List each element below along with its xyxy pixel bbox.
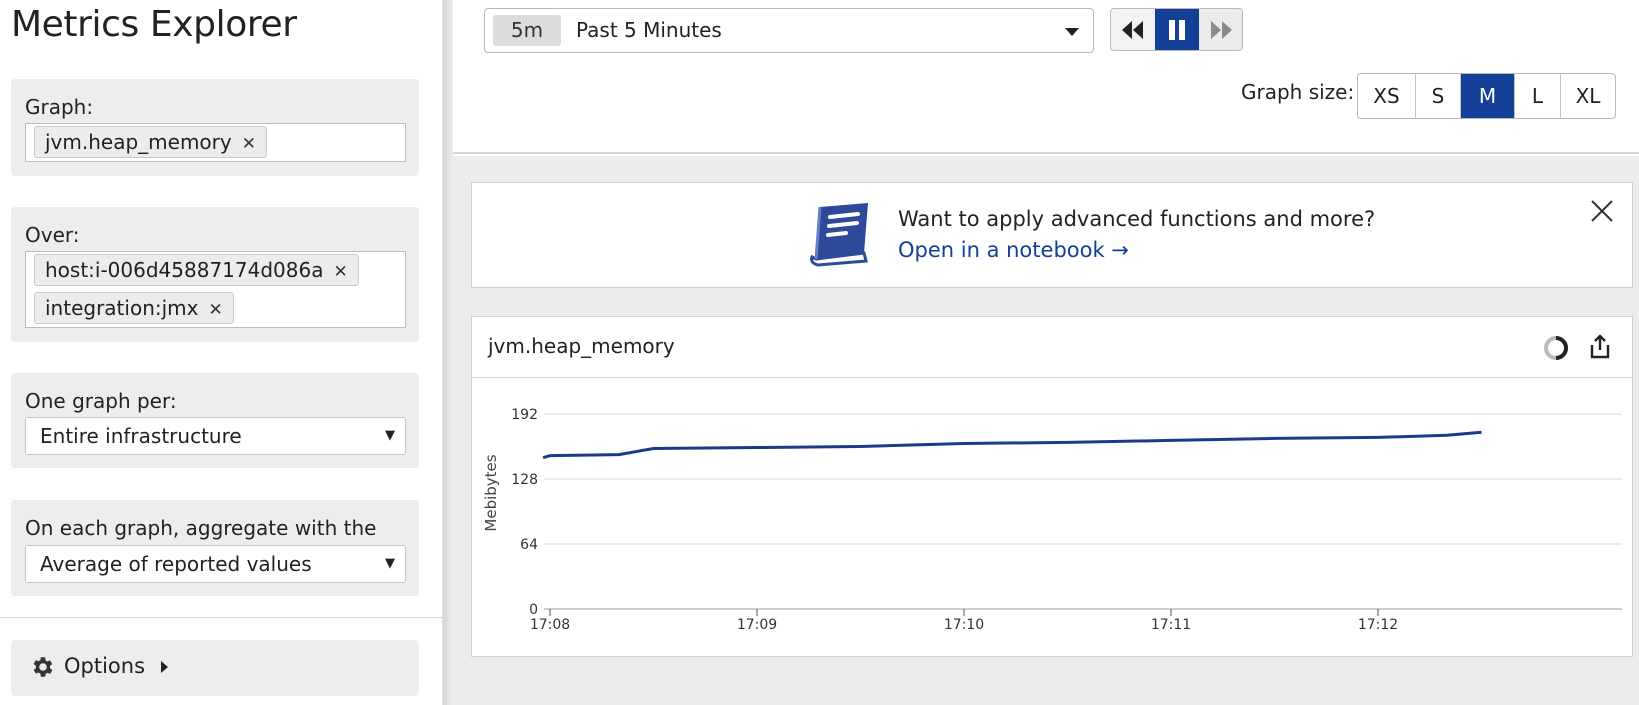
- toolbar: 5m Past 5 Minutes Graph size: XS S M L X…: [453, 0, 1639, 154]
- over-label: Over:: [25, 223, 80, 247]
- playback-controls: [1110, 8, 1243, 51]
- graph-metric-input[interactable]: jvm.heap_memory ✕: [25, 123, 406, 162]
- scope-tag-label: integration:jmx: [45, 296, 199, 320]
- one-graph-per-select[interactable]: Entire infrastructure ▼: [25, 417, 406, 455]
- graph-label: Graph:: [25, 95, 94, 119]
- size-xl-button[interactable]: XL: [1561, 74, 1615, 118]
- x-tick-label: 17:09: [737, 617, 777, 633]
- y-tick-label: 192: [511, 407, 538, 423]
- loading-icon: [1544, 336, 1569, 360]
- series-line: [542, 430, 1482, 460]
- remove-tag-icon[interactable]: ✕: [333, 262, 347, 282]
- scope-tag: integration:jmx ✕: [34, 292, 234, 324]
- one-graph-per-panel: One graph per: Entire infrastructure ▼: [11, 373, 419, 468]
- dropdown-arrow-icon: ▼: [385, 428, 395, 443]
- x-tick-label: 17:12: [1358, 617, 1398, 633]
- metric-tag: jvm.heap_memory ✕: [34, 126, 267, 158]
- close-icon[interactable]: [1590, 199, 1614, 223]
- y-tick-label: 64: [520, 537, 538, 553]
- time-range-badge: 5m: [493, 15, 561, 46]
- graph-size-selector: XS S M L XL: [1357, 73, 1616, 119]
- graph-title: jvm.heap_memory: [488, 334, 675, 358]
- graph-panel: Graph: jvm.heap_memory ✕: [11, 79, 419, 176]
- scope-tag-label: host:i-006d45887174d086a: [45, 258, 324, 282]
- options-label: Options: [64, 654, 146, 678]
- size-xs-button[interactable]: XS: [1358, 74, 1416, 118]
- rewind-button[interactable]: [1111, 9, 1155, 50]
- dropdown-arrow-icon: ▼: [385, 556, 395, 571]
- x-tick-label: 17:10: [944, 617, 984, 633]
- y-tick-label: 128: [511, 472, 538, 488]
- over-scope-input[interactable]: host:i-006d45887174d086a ✕ integration:jm…: [25, 251, 406, 328]
- notebook-icon: [810, 203, 868, 267]
- chevron-down-icon: [1065, 28, 1079, 36]
- sidebar: Metrics Explorer Graph: jvm.heap_memory ✕…: [0, 0, 443, 705]
- notebook-banner: Want to apply advanced functions and mor…: [471, 182, 1633, 288]
- y-axis-label: Mebibytes: [482, 454, 500, 531]
- aggregate-value: Average of reported values: [40, 552, 312, 576]
- rewind-icon: [1122, 21, 1143, 39]
- x-tick-label: 17:08: [530, 617, 570, 633]
- time-range-label: Past 5 Minutes: [576, 18, 722, 42]
- caret-right-icon: [161, 661, 168, 673]
- sidebar-divider: [0, 617, 443, 618]
- one-graph-per-label: One graph per:: [25, 389, 177, 413]
- time-range-selector[interactable]: 5m Past 5 Minutes: [484, 8, 1094, 53]
- aggregate-panel: On each graph, aggregate with the Averag…: [11, 500, 419, 596]
- pause-button[interactable]: [1155, 9, 1199, 50]
- x-tick-label: 17:11: [1151, 617, 1191, 633]
- metric-tag-label: jvm.heap_memory: [45, 130, 232, 154]
- export-icon[interactable]: [1586, 333, 1614, 361]
- options-toggle[interactable]: Options: [11, 640, 419, 696]
- pause-icon: [1169, 20, 1185, 40]
- size-l-button[interactable]: L: [1515, 74, 1561, 118]
- size-s-button[interactable]: S: [1416, 74, 1461, 118]
- page-title: Metrics Explorer: [11, 4, 297, 45]
- remove-tag-icon[interactable]: ✕: [208, 300, 222, 320]
- graph-size-label: Graph size:: [1241, 80, 1355, 104]
- banner-message: Want to apply advanced functions and mor…: [898, 207, 1376, 231]
- aggregate-select[interactable]: Average of reported values ▼: [25, 545, 406, 583]
- main-content: Want to apply advanced functions and mor…: [453, 156, 1639, 705]
- graph-header: jvm.heap_memory: [472, 317, 1632, 378]
- gear-icon: [33, 657, 53, 677]
- scope-tag: host:i-006d45887174d086a ✕: [34, 254, 359, 286]
- over-panel: Over: host:i-006d45887174d086a ✕ integrat…: [11, 207, 419, 342]
- size-m-button[interactable]: M: [1461, 74, 1515, 118]
- graph-card: jvm.heap_memory 0 64 128 192 17:08 17:09 17:1…: [471, 316, 1633, 657]
- aggregate-label: On each graph, aggregate with the: [25, 516, 377, 540]
- remove-tag-icon[interactable]: ✕: [242, 134, 256, 154]
- fast-forward-button[interactable]: [1199, 9, 1242, 50]
- open-in-notebook-link[interactable]: Open in a notebook →: [898, 238, 1129, 262]
- sidebar-resize-handle[interactable]: [443, 0, 453, 705]
- fast-forward-icon: [1211, 21, 1232, 39]
- line-chart: 0 64 128 192 17:08 17:09 17:10 17:11 17:12 Mebi…: [482, 407, 1622, 633]
- one-graph-per-value: Entire infrastructure: [40, 424, 242, 448]
- y-tick-label: 0: [529, 602, 538, 618]
